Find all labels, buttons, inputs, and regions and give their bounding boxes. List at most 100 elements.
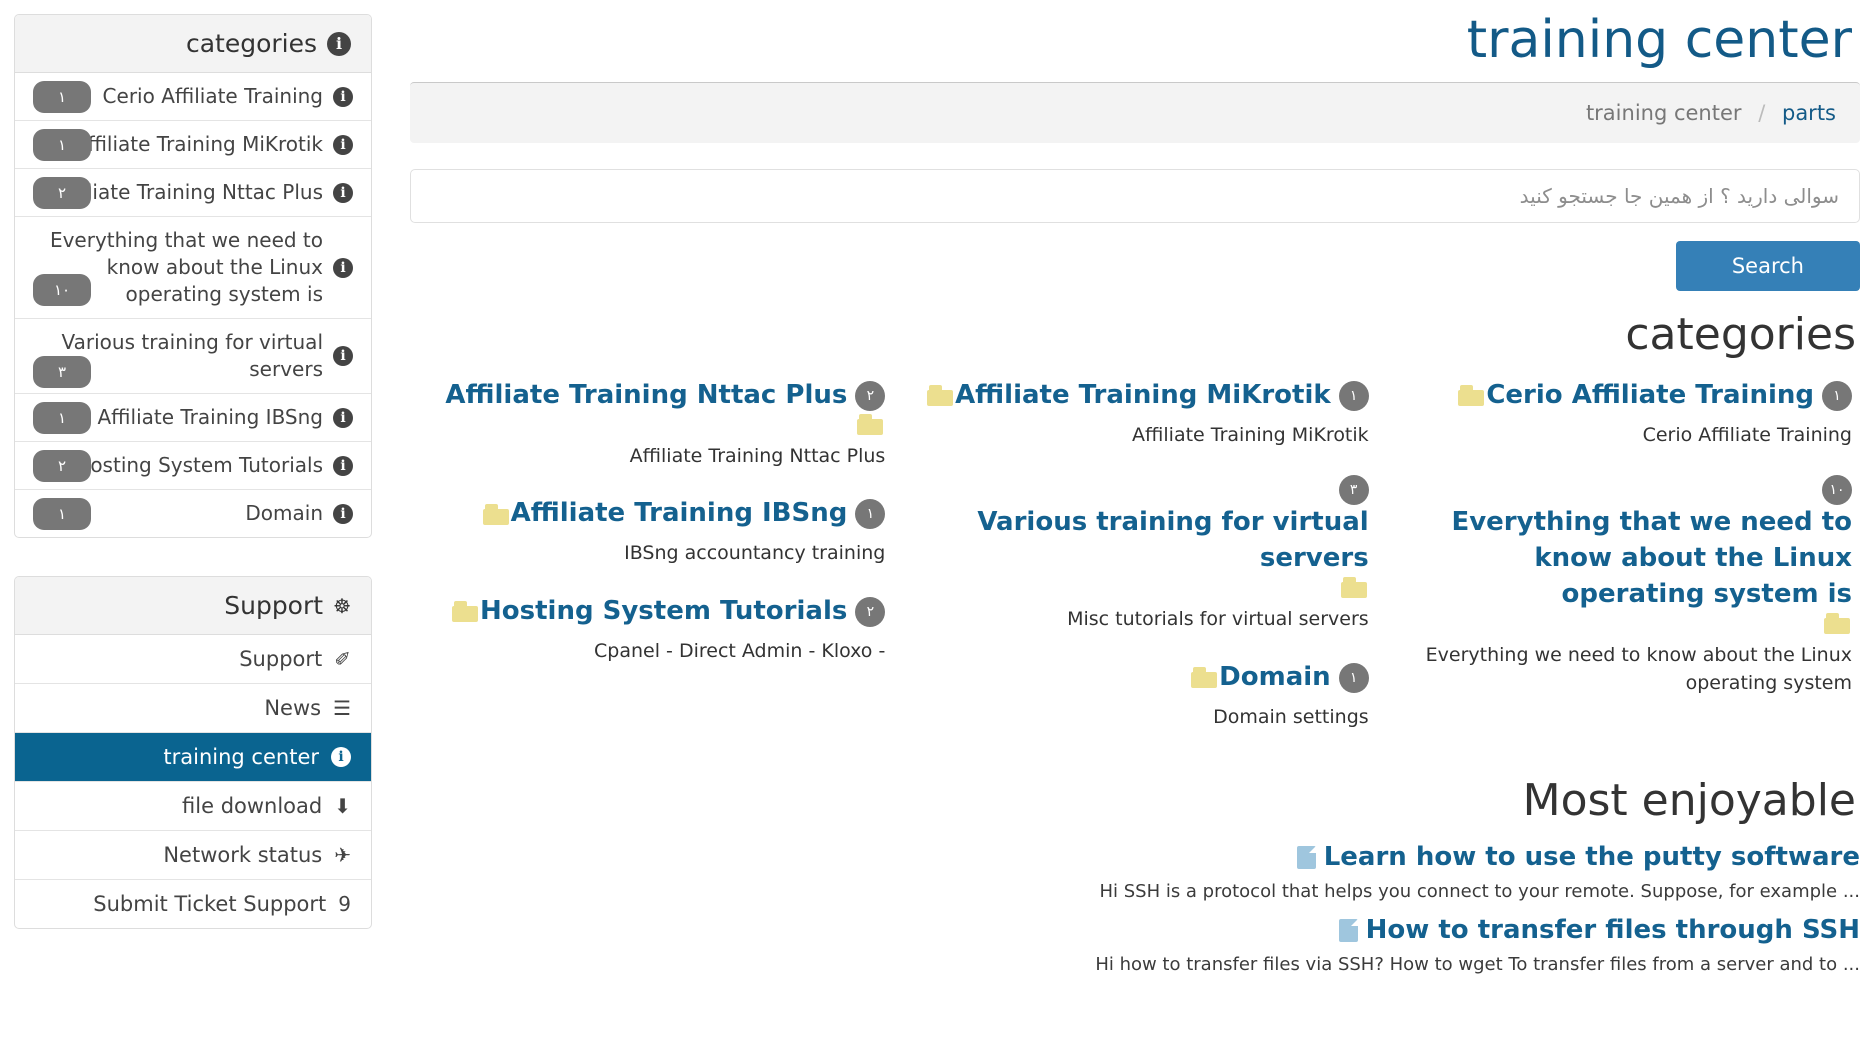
sidebar-category-row[interactable]: ١٠ Everything that we need to know about …	[15, 217, 371, 319]
folder-icon	[927, 385, 953, 406]
comment-icon: ὞9	[338, 894, 351, 914]
sidebar-item-label: training center	[163, 745, 319, 769]
category-title-line: ١٠ Everything that we need to know about …	[1385, 475, 1852, 634]
categories-panel: categories i ١ Cerio Affiliate Training i ١…	[14, 14, 372, 538]
search-box[interactable]	[410, 169, 1860, 223]
categories-column: ١ Affiliate Training MiKrotik Affiliate Tr…	[893, 378, 1376, 757]
info-icon: i	[333, 504, 353, 524]
sidebar-category-row[interactable]: ١ Domain i	[15, 490, 371, 537]
category-count-badge: ١٠	[1822, 475, 1852, 505]
folder-icon	[857, 414, 883, 435]
categories-column: ٢ Affiliate Training Nttac Plus Affiliate …	[410, 378, 893, 757]
main-content: training center training center / parts …	[410, 0, 1860, 1062]
folder-icon	[1824, 613, 1850, 634]
sidebar-category-row[interactable]: ١ Affiliate Training IBSng i	[15, 394, 371, 442]
category-link[interactable]: Various training for virtual servers	[901, 505, 1368, 577]
article-excerpt: ... Hi SSH is a protocol that helps you …	[410, 878, 1860, 905]
category-card: ١ Cerio Affiliate Training Cerio Affiliate…	[1385, 378, 1852, 449]
search-button[interactable]: Search	[1676, 241, 1860, 291]
category-link[interactable]: Domain	[1219, 660, 1331, 696]
categories-section-title: categories	[410, 309, 1860, 360]
category-link[interactable]: Affiliate Training IBSng	[511, 496, 848, 532]
article-link[interactable]: How to transfer files through SSH	[1366, 915, 1860, 945]
page-title: training center	[410, 0, 1860, 76]
sidebar-item-file-download[interactable]: file download ⬇	[15, 782, 371, 831]
sidebar-category-row[interactable]: ١ Affiliate Training MiKrotik i	[15, 121, 371, 169]
folder-icon	[1191, 667, 1217, 688]
sidebar-item-news[interactable]: News ☰	[15, 684, 371, 733]
category-card: ٢ Affiliate Training Nttac Plus Affiliate …	[418, 378, 885, 470]
category-link[interactable]: Affiliate Training Nttac Plus	[445, 378, 847, 414]
most-enjoyable-list: Learn how to use the putty software ... H…	[410, 842, 1860, 978]
category-link[interactable]: Affiliate Training MiKrotik	[955, 378, 1331, 414]
category-card: ٢ Hosting System Tutorials - Cpanel - Dire…	[418, 594, 885, 665]
info-icon: i	[333, 408, 353, 428]
article-item: How to transfer files through SSH... Hi …	[410, 915, 1860, 978]
categories-grid: ١ Cerio Affiliate Training Cerio Affiliate…	[410, 378, 1860, 757]
category-card: ١٠ Everything that we need to know about …	[1385, 475, 1852, 697]
info-icon: i	[333, 456, 353, 476]
sidebar-item-label: Submit Ticket Support	[93, 892, 326, 916]
category-count-badge: ٢	[855, 597, 885, 627]
lifebuoy-icon: ☸	[333, 596, 351, 616]
category-count-badge: ١٠	[33, 274, 91, 306]
category-count-badge: ٢	[33, 177, 91, 209]
sidebar-item-submit-ticket-support[interactable]: Submit Ticket Support ὞9	[15, 880, 371, 928]
category-link[interactable]: Cerio Affiliate Training	[1486, 378, 1814, 414]
folder-icon	[1458, 385, 1484, 406]
sidebar-item-network-status[interactable]: Network status ✈	[15, 831, 371, 880]
category-title-line: ١ Affiliate Training IBSng	[418, 496, 885, 532]
category-link[interactable]: Hosting System Tutorials	[480, 594, 847, 630]
info-icon: i	[327, 32, 351, 56]
category-count-badge: ٢	[855, 381, 885, 411]
category-count-badge: ١	[1822, 381, 1852, 411]
sidebar-category-row[interactable]: ٢ Affiliate Training Nttac Plus i	[15, 169, 371, 217]
category-card: ١ Affiliate Training MiKrotik Affiliate Tr…	[901, 378, 1368, 449]
support-panel: Support ☸ Support ✐ News ☰ training center i f…	[14, 576, 372, 929]
search-button-wrap: Search	[410, 241, 1860, 291]
folder-icon	[1341, 577, 1367, 598]
info-icon: i	[333, 346, 353, 366]
ticket-icon: ✐	[334, 649, 351, 669]
rocket-icon: ✈	[334, 845, 351, 865]
categories-panel-title: categories	[186, 29, 317, 58]
article-title-line: Learn how to use the putty software	[410, 842, 1860, 872]
category-card: ١ Domain Domain settings	[901, 660, 1368, 731]
category-card: ٣ Various training for virtual servers Mis…	[901, 475, 1368, 633]
category-title-line: ٢ Hosting System Tutorials	[418, 594, 885, 630]
category-description: - Cpanel - Direct Admin - Kloxo	[418, 638, 885, 666]
category-description: Everything we need to know about the Lin…	[1385, 642, 1852, 697]
sidebar-item-support[interactable]: Support ✐	[15, 635, 371, 684]
category-count-badge: ١	[33, 129, 91, 161]
sidebar: categories i ١ Cerio Affiliate Training i ١…	[14, 14, 372, 967]
category-description: Domain settings	[901, 704, 1368, 732]
breadcrumb-current[interactable]: parts	[1782, 101, 1836, 125]
support-panel-title: Support	[224, 591, 323, 620]
download-icon: ⬇	[334, 796, 351, 816]
sidebar-category-row[interactable]: ١ Cerio Affiliate Training i	[15, 73, 371, 121]
sidebar-item-label: Support	[239, 647, 322, 671]
article-item: Learn how to use the putty software ... H…	[410, 842, 1860, 905]
search-input[interactable]	[429, 183, 1841, 209]
sidebar-category-row[interactable]: ٣ Various training for virtual servers i	[15, 319, 371, 394]
support-panel-header: Support ☸	[15, 577, 371, 635]
info-icon: i	[333, 135, 353, 155]
info-icon: i	[333, 258, 353, 278]
sidebar-category-row[interactable]: ٢ Hosting System Tutorials i	[15, 442, 371, 490]
category-card: ١ Affiliate Training IBSng IBSng accountan…	[418, 496, 885, 567]
category-description: Affiliate Training MiKrotik	[901, 422, 1368, 450]
category-title-line: ١ Domain	[901, 660, 1368, 696]
category-count-badge: ١	[1339, 663, 1369, 693]
breadcrumb-root[interactable]: training center	[1586, 101, 1742, 125]
info-icon: i	[331, 747, 351, 767]
breadcrumb: training center / parts	[410, 82, 1860, 143]
category-count-badge: ١	[855, 499, 885, 529]
most-enjoyable-title: Most enjoyable	[410, 775, 1860, 826]
category-count-badge: ١	[33, 498, 91, 530]
sidebar-item-training-center[interactable]: training center i	[15, 733, 371, 782]
page-root: categories i ١ Cerio Affiliate Training i ١…	[0, 0, 1860, 1062]
article-link[interactable]: Learn how to use the putty software	[1324, 842, 1860, 872]
category-link[interactable]: Everything that we need to know about th…	[1385, 505, 1852, 613]
category-description: Affiliate Training Nttac Plus	[418, 443, 885, 471]
info-icon: i	[333, 183, 353, 203]
